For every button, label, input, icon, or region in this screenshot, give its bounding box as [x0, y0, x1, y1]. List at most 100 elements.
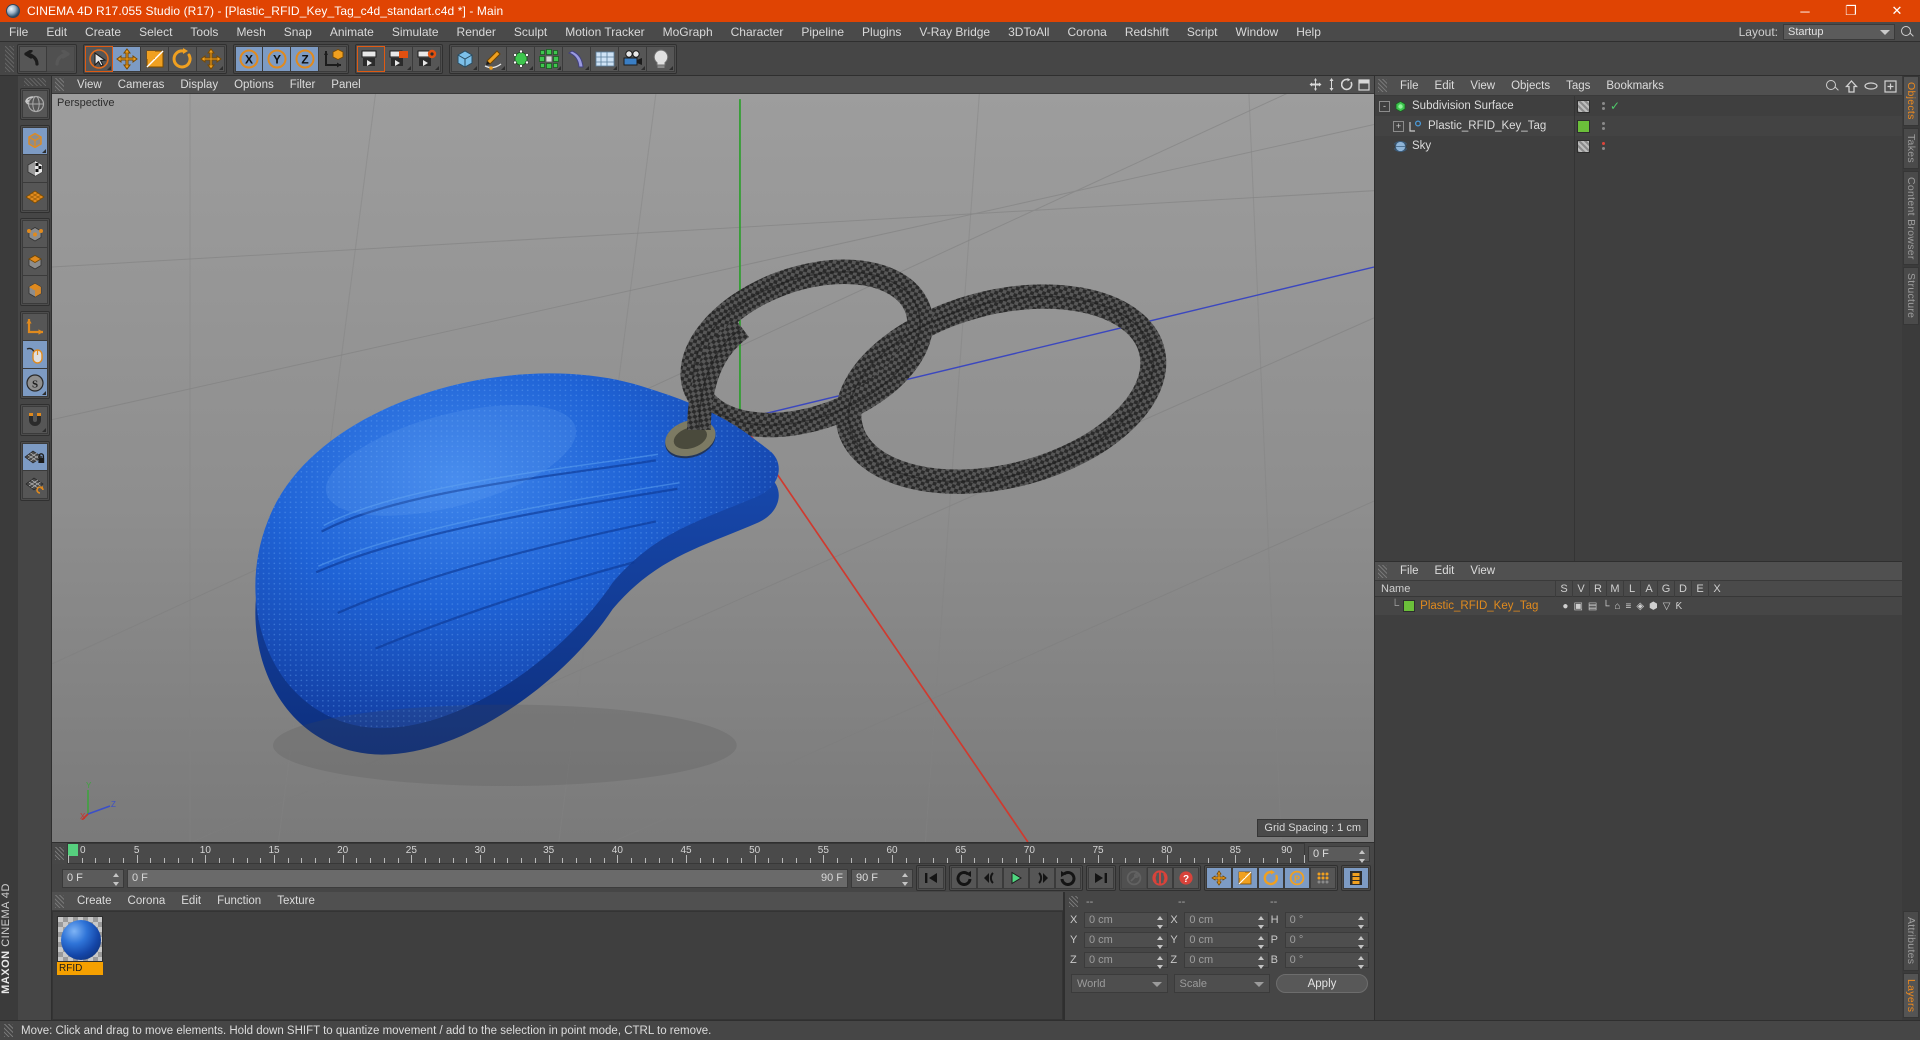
rotate-view-icon[interactable]	[1341, 78, 1354, 91]
mograph-array-icon[interactable]	[535, 45, 563, 72]
object-material-menu-view[interactable]: View	[1462, 562, 1503, 581]
points-mode-icon[interactable]	[21, 220, 48, 248]
menu-item-script[interactable]: Script	[1178, 22, 1227, 42]
play-icon[interactable]	[1003, 867, 1029, 889]
object-tag-swatch[interactable]	[1577, 139, 1590, 153]
maximize-view-icon[interactable]	[1358, 78, 1370, 91]
material-menu-texture[interactable]: Texture	[269, 892, 323, 911]
lock-workplane-icon[interactable]	[21, 443, 48, 471]
autokey-icon[interactable]	[1121, 867, 1147, 889]
right-tab-structure[interactable]: Structure	[1903, 267, 1919, 325]
object-enabled-check-icon[interactable]: ✓	[1610, 99, 1620, 113]
object-material-col-l[interactable]: L	[1623, 580, 1640, 597]
object-visibility-dots[interactable]	[1601, 142, 1605, 150]
axis-z-icon[interactable]: Z	[291, 45, 319, 72]
search-icon[interactable]	[1900, 25, 1914, 39]
viewport-menu-filter[interactable]: Filter	[282, 76, 324, 94]
timeline-grip[interactable]	[55, 847, 64, 860]
viewport-grip[interactable]	[55, 78, 64, 91]
right-tab-attributes[interactable]: Attributes	[1903, 911, 1919, 971]
maximize-button[interactable]: ❐	[1828, 0, 1874, 22]
key-param-icon[interactable]: P	[1284, 867, 1310, 889]
edges-mode-icon[interactable]	[21, 248, 48, 276]
timeline-strip-icon[interactable]	[1343, 867, 1369, 889]
coordinate-field-pos-z[interactable]: 0 cm	[1084, 952, 1169, 969]
left-toolbar-grip[interactable]	[23, 78, 46, 86]
object-name[interactable]: Subdivision Surface	[1412, 100, 1514, 112]
object-name[interactable]: Sky	[1412, 140, 1431, 152]
coordinates-grip[interactable]	[1069, 896, 1078, 907]
object-material-col-g[interactable]: G	[1657, 580, 1674, 597]
object-material-body[interactable]: └ Plastic_RFID_Key_Tag ● ▣ ▤ └ ⌂ ≡ ◈ ⬢ ▽ Ƙ	[1375, 597, 1902, 1020]
rotate-icon[interactable]	[169, 45, 197, 72]
model-mode-icon[interactable]	[21, 127, 48, 155]
light-icon[interactable]	[647, 45, 675, 72]
live-selection-icon[interactable]	[85, 45, 113, 72]
hierarchy-icon[interactable]: └	[1602, 601, 1609, 612]
nurbs-icon[interactable]	[507, 45, 535, 72]
undo-icon[interactable]	[19, 45, 47, 72]
current-frame-marker[interactable]	[68, 844, 78, 856]
bend-deformer-icon[interactable]	[563, 45, 591, 72]
spinner-icon[interactable]	[1157, 916, 1164, 929]
object-menu-file[interactable]: File	[1392, 76, 1427, 96]
menu-item-redshift[interactable]: Redshift	[1116, 22, 1178, 42]
world-object-axis-icon[interactable]	[319, 45, 347, 72]
floor-environment-icon[interactable]	[591, 45, 619, 72]
object-tag-swatch[interactable]	[1577, 99, 1590, 113]
spinner-icon[interactable]	[1157, 956, 1164, 969]
object-row[interactable]: + Plastic_RFID_Key_Tag	[1375, 116, 1574, 136]
viewport-menu-display[interactable]: Display	[172, 76, 226, 94]
scale-icon[interactable]	[141, 45, 169, 72]
object-material-col-s[interactable]: S	[1555, 580, 1572, 597]
viewport-menu-view[interactable]: View	[69, 76, 110, 94]
spinner-icon[interactable]	[902, 872, 909, 886]
shadow-icon[interactable]: ●	[1562, 601, 1568, 612]
menu-item-animate[interactable]: Animate	[321, 22, 383, 42]
object-material-col-d[interactable]: D	[1674, 580, 1691, 597]
object-visibility-dots[interactable]	[1601, 102, 1605, 110]
menu-item-file[interactable]: File	[0, 22, 37, 42]
axis-y-icon[interactable]: Y	[263, 45, 291, 72]
right-tab-takes[interactable]: Takes	[1903, 127, 1919, 169]
right-tab-objects[interactable]: Objects	[1903, 76, 1919, 126]
coordinate-field-size-z[interactable]: 0 cm	[1184, 952, 1269, 969]
spline-pen-icon[interactable]	[479, 45, 507, 72]
timeline-start-field[interactable]: 0 F	[62, 868, 124, 888]
polygons-mode-icon[interactable]	[21, 276, 48, 304]
timeline-range-slider[interactable]: 0 F 90 F	[127, 868, 848, 888]
camera-icon[interactable]	[619, 45, 647, 72]
layout-select[interactable]: Startup	[1783, 24, 1895, 40]
menu-item-snap[interactable]: Snap	[275, 22, 321, 42]
key-rotation-icon[interactable]	[1258, 867, 1284, 889]
up-arrow-icon[interactable]	[1845, 79, 1858, 93]
move-alt-icon[interactable]	[197, 45, 225, 72]
deformer-icon[interactable]: ⬢	[1649, 601, 1658, 612]
material-menu-corona[interactable]: Corona	[120, 892, 174, 911]
object-material-col-e[interactable]: E	[1691, 580, 1708, 597]
render-icon[interactable]: ▤	[1588, 601, 1597, 612]
menu-item-help[interactable]: Help	[1287, 22, 1330, 42]
object-material-row[interactable]: └ Plastic_RFID_Key_Tag ● ▣ ▤ └ ⌂ ≡ ◈ ⬢ ▽ Ƙ	[1375, 597, 1902, 615]
object-tree[interactable]: - Subdivision Surface + Plastic_RFID_Key_Ta…	[1375, 96, 1575, 561]
status-bar-grip[interactable]	[4, 1024, 13, 1037]
timeline-end-field[interactable]: 90 F	[851, 868, 913, 888]
expander-icon[interactable]: -	[1379, 100, 1390, 112]
list-icon[interactable]: ≡	[1626, 601, 1632, 612]
object-visibility-dots[interactable]	[1601, 122, 1605, 130]
cap-icon[interactable]: ▽	[1663, 601, 1671, 612]
key-position-icon[interactable]	[1206, 867, 1232, 889]
object-material-col-r[interactable]: R	[1589, 580, 1606, 597]
material-manager-grip[interactable]	[55, 894, 64, 908]
object-material-menu-file[interactable]: File	[1392, 562, 1427, 581]
step-forward-icon[interactable]	[1029, 867, 1055, 889]
material-item[interactable]: RFID	[57, 916, 103, 975]
record-icon[interactable]	[1147, 867, 1173, 889]
cube-primitive-icon[interactable]	[451, 45, 479, 72]
right-tab-layers[interactable]: Layers	[1903, 972, 1919, 1018]
object-menu-edit[interactable]: Edit	[1427, 76, 1463, 96]
menu-item-mograph[interactable]: MoGraph	[654, 22, 722, 42]
coordinate-field-pos-y[interactable]: 0 cm	[1084, 932, 1169, 949]
menu-item-tools[interactable]: Tools	[181, 22, 227, 42]
object-tag-swatch[interactable]	[1577, 119, 1590, 133]
